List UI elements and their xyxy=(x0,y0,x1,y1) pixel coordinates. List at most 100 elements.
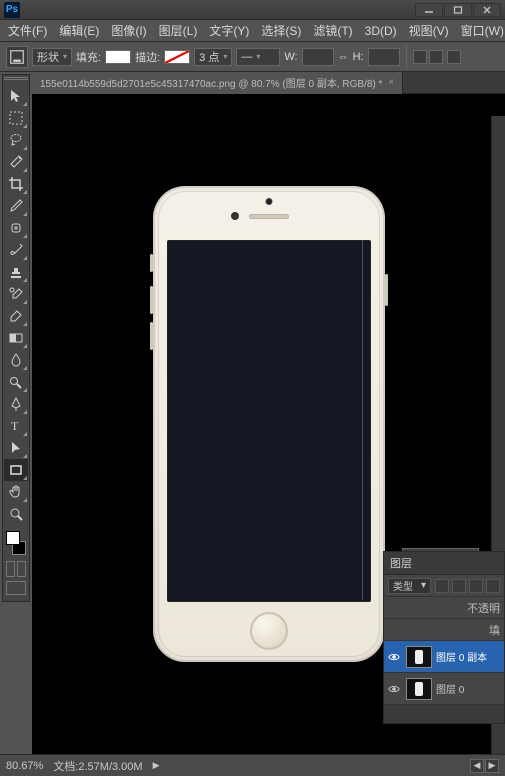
type-tool[interactable]: T xyxy=(4,415,28,437)
path-select-tool[interactable] xyxy=(4,437,28,459)
layer-name[interactable]: 图层 0 副本 xyxy=(436,649,502,664)
phone-sensor-icon xyxy=(231,212,239,220)
history-brush-tool[interactable] xyxy=(4,283,28,305)
phone-speaker-icon xyxy=(249,214,289,219)
layer-thumbnail[interactable] xyxy=(406,646,432,668)
menu-image[interactable]: 图像(I) xyxy=(105,22,152,39)
align-ops[interactable] xyxy=(447,50,461,64)
scroll-right-icon[interactable]: ▶ xyxy=(485,759,499,773)
zoom-level[interactable]: 80.67% xyxy=(6,760,43,772)
chevron-right-icon[interactable]: ▶ xyxy=(153,760,160,771)
phone-camera-icon xyxy=(265,198,272,205)
panel-grip[interactable] xyxy=(4,77,28,83)
shape-mode-select[interactable]: 形状 ▾ xyxy=(32,48,72,66)
layer-row[interactable]: 图层 0 副本 xyxy=(384,641,504,673)
stroke-label: 描边: xyxy=(135,49,160,65)
eraser-tool[interactable] xyxy=(4,305,28,327)
screen-mode-button[interactable] xyxy=(6,581,26,595)
marquee-tool[interactable] xyxy=(4,107,28,129)
document-tab[interactable]: 155e0114b559d5d2701e5c45317470ac.png @ 8… xyxy=(32,72,403,94)
separator xyxy=(406,46,407,68)
link-icon[interactable]: ⇔ xyxy=(338,51,349,63)
layers-panel-tab[interactable]: 图层 xyxy=(384,552,504,575)
chevron-down-icon: ▾ xyxy=(63,52,67,61)
path-ops[interactable] xyxy=(413,50,443,64)
layer-thumbnail[interactable] xyxy=(406,678,432,700)
menu-3d[interactable]: 3D(D) xyxy=(359,24,403,38)
fill-swatch[interactable] xyxy=(105,50,131,64)
stroke-swatch[interactable] xyxy=(164,50,190,64)
tool-preset-icon[interactable] xyxy=(6,46,28,68)
guide-line xyxy=(362,240,363,600)
zoom-tool[interactable] xyxy=(4,503,28,525)
status-bar: 80.67% 文档:2.57M/3.00M ▶ ◀ ▶ xyxy=(0,754,505,776)
document-tabs: 155e0114b559d5d2701e5c45317470ac.png @ 8… xyxy=(32,72,505,94)
visibility-toggle[interactable] xyxy=(386,649,402,665)
color-swatches[interactable] xyxy=(4,529,28,557)
close-tab-icon[interactable]: × xyxy=(388,77,394,88)
layers-panel: 图层 类型 ▾ 不透明 填 xyxy=(383,551,505,724)
phone-volume-down xyxy=(150,322,153,350)
menu-edit[interactable]: 编辑(E) xyxy=(53,22,105,39)
maximize-button[interactable] xyxy=(444,3,472,17)
tools-panel: T xyxy=(0,72,32,754)
crop-tool[interactable] xyxy=(4,173,28,195)
height-input[interactable] xyxy=(368,48,400,66)
width-input[interactable] xyxy=(302,48,334,66)
svg-text:T: T xyxy=(11,419,19,433)
menu-view[interactable]: 视图(V) xyxy=(403,22,455,39)
stroke-width-input[interactable]: 3 点▾ xyxy=(194,48,232,66)
shape-mode-label: 形状 xyxy=(37,49,59,65)
rectangle-tool[interactable] xyxy=(4,459,28,481)
dodge-tool[interactable] xyxy=(4,371,28,393)
menu-bar: 文件(F) 编辑(E) 图像(I) 图层(L) 文字(Y) 选择(S) 滤镜(T… xyxy=(0,20,505,42)
blur-tool[interactable] xyxy=(4,349,28,371)
phone-mute-switch xyxy=(150,254,153,272)
magic-wand-tool[interactable] xyxy=(4,151,28,173)
close-button[interactable] xyxy=(473,3,501,17)
lasso-tool[interactable] xyxy=(4,129,28,151)
gradient-tool[interactable] xyxy=(4,327,28,349)
document-tab-title: 155e0114b559d5d2701e5c45317470ac.png @ 8… xyxy=(40,75,382,90)
chevron-down-icon: ▾ xyxy=(421,580,426,591)
minimize-button[interactable] xyxy=(415,3,443,17)
hand-tool[interactable] xyxy=(4,481,28,503)
chevron-down-icon: ▾ xyxy=(256,52,260,61)
layer-name[interactable]: 图层 0 xyxy=(436,681,502,696)
options-bar: 形状 ▾ 填充: 描边: 3 点▾ —▾ W: ⇔ H: xyxy=(0,42,505,72)
phone-home-button xyxy=(250,612,288,650)
mask-mode-toggle[interactable] xyxy=(6,561,26,577)
title-bar: Ps xyxy=(0,0,505,20)
phone-volume-up xyxy=(150,286,153,314)
menu-file[interactable]: 文件(F) xyxy=(2,22,53,39)
stroke-style-select[interactable]: —▾ xyxy=(236,48,280,66)
foreground-color-swatch[interactable] xyxy=(6,531,20,545)
stamp-tool[interactable] xyxy=(4,261,28,283)
menu-layer[interactable]: 图层(L) xyxy=(153,22,204,39)
move-tool[interactable] xyxy=(4,85,28,107)
visibility-toggle[interactable] xyxy=(386,681,402,697)
brush-tool[interactable] xyxy=(4,239,28,261)
pen-tool[interactable] xyxy=(4,393,28,415)
fill-label-panel: 填 xyxy=(489,622,500,638)
eyedropper-tool[interactable] xyxy=(4,195,28,217)
phone-screen xyxy=(167,240,371,602)
height-label: H: xyxy=(353,51,364,63)
layer-filter-select[interactable]: 类型 ▾ xyxy=(388,578,431,594)
layers-panel-footer xyxy=(384,705,504,723)
healing-tool[interactable] xyxy=(4,217,28,239)
horizontal-scroll-buttons[interactable]: ◀ ▶ xyxy=(470,759,499,773)
menu-filter[interactable]: 滤镜(T) xyxy=(307,22,358,39)
document-info[interactable]: 文档:2.57M/3.00M xyxy=(53,758,142,774)
layer-row[interactable]: 图层 0 xyxy=(384,673,504,705)
fill-label: 填充: xyxy=(76,49,101,65)
menu-select[interactable]: 选择(S) xyxy=(255,22,307,39)
width-label: W: xyxy=(284,51,297,63)
opacity-label: 不透明 xyxy=(467,600,500,616)
app-logo: Ps xyxy=(4,2,20,18)
menu-window[interactable]: 窗口(W) xyxy=(455,22,505,39)
layer-filter-icons[interactable] xyxy=(435,579,500,593)
menu-type[interactable]: 文字(Y) xyxy=(203,22,255,39)
phone-mockup xyxy=(153,186,385,662)
scroll-left-icon[interactable]: ◀ xyxy=(470,759,484,773)
